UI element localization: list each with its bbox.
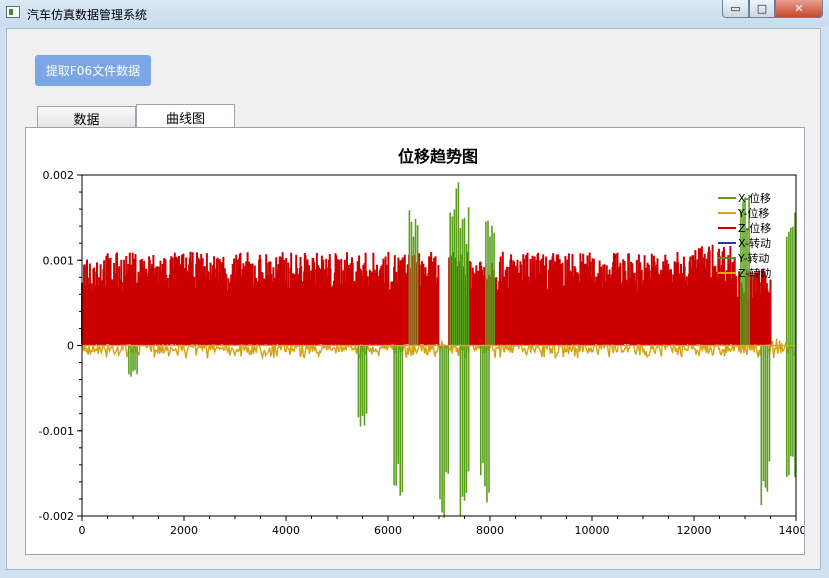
legend-label: Y-位移 [737, 206, 769, 220]
legend-label: X-位移 [738, 191, 771, 205]
legend-label: X-转动 [738, 236, 771, 250]
y-tick-label: 0 [67, 340, 74, 353]
y-tick-label: 0.001 [43, 254, 75, 267]
legend-label: Z-转动 [738, 266, 771, 280]
x-tick-label: 14000 [779, 524, 805, 537]
maximize-button[interactable]: □ [749, 0, 775, 18]
x-tick-label: 10000 [575, 524, 610, 537]
window-title: 汽车仿真数据管理系统 [27, 8, 148, 22]
extract-f06-button[interactable]: 提取F06文件数据 [35, 55, 151, 86]
title-bar: 汽车仿真数据管理系统 ▭ □ ✕ [0, 0, 829, 26]
legend-label: Y-转动 [737, 251, 769, 265]
x-tick-label: 2000 [170, 524, 198, 537]
x-tick-label: 12000 [677, 524, 712, 537]
chart-tab-pane: 位移趋势图 -0.002 -0.001 0 0.001 0.002 0 2000 4000 60… [25, 127, 805, 555]
y-tick-label: -0.002 [39, 510, 74, 523]
displacement-chart: 位移趋势图 -0.002 -0.001 0 0.001 0.002 0 2000 4000 60… [39, 147, 805, 537]
close-button[interactable]: ✕ [775, 0, 823, 18]
legend-label: Z-位移 [738, 221, 771, 235]
x-tick-label: 0 [79, 524, 86, 537]
minimize-button[interactable]: ▭ [722, 0, 749, 18]
main-panel: 提取F06文件数据 数据 曲线图 位移趋势图 -0.002 -0.001 0 0.00… [6, 28, 821, 570]
series-z-displacement [81, 244, 772, 346]
x-tick-label: 4000 [272, 524, 300, 537]
app-window: 汽车仿真数据管理系统 ▭ □ ✕ 提取F06文件数据 数据 曲线图 位移趋势图 … [0, 0, 829, 578]
x-tick-label: 8000 [476, 524, 504, 537]
x-tick-label: 6000 [374, 524, 402, 537]
chart-title: 位移趋势图 [398, 147, 478, 166]
app-icon [6, 6, 20, 18]
y-tick-label: 0.002 [43, 169, 75, 182]
y-tick-label: -0.001 [39, 425, 74, 438]
